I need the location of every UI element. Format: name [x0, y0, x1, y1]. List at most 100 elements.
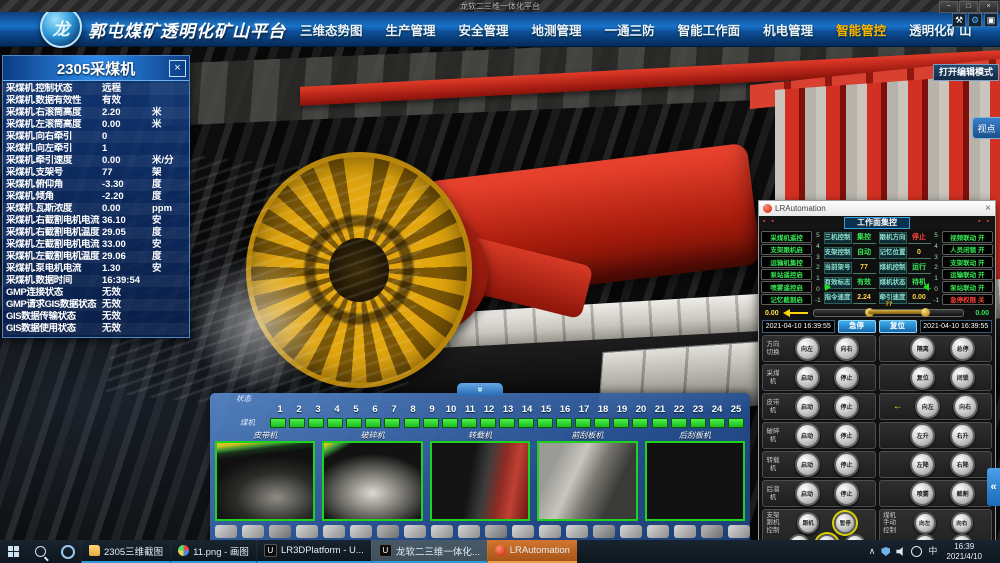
thumbnail-item[interactable] — [539, 525, 561, 538]
nav-menu-item[interactable]: 一通三防 — [605, 20, 655, 39]
device-button[interactable]: 喷雾 — [910, 481, 935, 506]
tools-icon[interactable]: ⚒ — [952, 13, 966, 27]
nav-menu-item[interactable]: 机电管理 — [763, 20, 813, 39]
device-button[interactable]: 向右 — [953, 394, 978, 419]
control-button[interactable]: 运输联动 开 — [942, 269, 993, 281]
device-button[interactable]: 闭锁 — [950, 365, 975, 390]
volume-icon[interactable] — [896, 547, 905, 556]
thumbnail-item[interactable] — [215, 525, 237, 538]
control-button[interactable]: 泵站联动 开 — [942, 281, 993, 293]
device-button[interactable]: 右降 — [950, 452, 975, 477]
device-button[interactable]: 总停 — [950, 336, 975, 361]
thumbnail-item[interactable] — [269, 525, 291, 538]
device-button[interactable]: 向左 — [795, 336, 820, 361]
control-button[interactable]: 人员闭锁 开 — [942, 244, 993, 256]
device-button[interactable]: 启动 — [795, 394, 820, 419]
control-button[interactable]: 喷雾遥控启 — [761, 281, 812, 293]
device-button[interactable]: 复位 — [910, 365, 935, 390]
thumbnail-item[interactable] — [377, 525, 399, 538]
thumbnail-item[interactable] — [404, 525, 426, 538]
tray-expand-icon[interactable]: ∧ — [869, 540, 876, 563]
thumbnail-item[interactable] — [350, 525, 372, 538]
minimize-button[interactable]: − — [939, 1, 958, 13]
cortana-button[interactable] — [54, 540, 81, 563]
shearer-panel-close-icon[interactable]: × — [169, 60, 186, 77]
control-button[interactable]: 运输机集控 — [761, 256, 812, 268]
device-button[interactable]: 向右 — [834, 336, 859, 361]
lrautomation-close-icon[interactable]: × — [985, 203, 991, 214]
device-button[interactable]: 停止 — [834, 394, 859, 419]
emergency-stop-button[interactable]: 急停 — [838, 320, 876, 333]
device-button[interactable]: 启动 — [795, 365, 820, 390]
reset-button[interactable]: 复位 — [879, 320, 917, 333]
open-edit-mode-button[interactable]: 打开编辑模式 — [933, 64, 999, 81]
thumbnail-item[interactable] — [296, 525, 318, 538]
thumbnail-item[interactable] — [242, 525, 264, 538]
maximize-button[interactable]: □ — [959, 1, 978, 13]
group-button[interactable]: 向左 — [914, 512, 936, 534]
taskbar-task[interactable]: LR3DPlatform - U... — [256, 540, 371, 563]
device-button[interactable]: 停止 — [834, 481, 859, 506]
thumbnail-item[interactable] — [323, 525, 345, 538]
clock[interactable]: 16:39 2021/4/10 — [943, 542, 985, 560]
thumbnail-item[interactable] — [701, 525, 723, 538]
control-button[interactable]: 支架联动 开 — [942, 256, 993, 268]
search-button[interactable] — [27, 540, 54, 563]
device-button[interactable]: 启动 — [795, 481, 820, 506]
camera-thumbnail[interactable] — [430, 441, 530, 521]
thumbnail-item[interactable] — [620, 525, 642, 538]
thumbnail-item[interactable] — [512, 525, 534, 538]
group-button[interactable]: 向右 — [951, 512, 973, 534]
thumbnail-item[interactable] — [566, 525, 588, 538]
thumbnail-item[interactable] — [458, 525, 480, 538]
device-button[interactable]: 右升 — [950, 423, 975, 448]
device-button[interactable]: 截割 — [950, 481, 975, 506]
collapse-down-button[interactable]: « — [457, 383, 503, 396]
camera-thumbnail[interactable] — [537, 441, 637, 521]
close-button[interactable]: × — [979, 1, 998, 13]
control-button[interactable]: 记忆截割启 — [761, 294, 812, 306]
nav-menu-item[interactable]: 三维态势图 — [300, 20, 363, 39]
camera-thumbnail[interactable] — [645, 441, 745, 521]
thumbnail-item[interactable] — [431, 525, 453, 538]
device-button[interactable]: 停止 — [834, 423, 859, 448]
device-button[interactable]: 启动 — [795, 423, 820, 448]
device-button[interactable]: 隔离 — [910, 336, 935, 361]
taskbar-task[interactable]: 2305三维截图 — [81, 540, 170, 563]
group-button[interactable]: 跟机 — [797, 512, 819, 534]
control-button[interactable]: 采煤机遥控 — [761, 231, 812, 243]
device-button[interactable]: 左升 — [910, 423, 935, 448]
taskbar-task[interactable]: 龙软二三维一体化... — [371, 540, 487, 563]
taskbar-task[interactable]: LRAutomation — [487, 540, 577, 563]
group-button[interactable]: 暂停 — [834, 512, 856, 534]
device-button[interactable]: 向左 — [915, 394, 940, 419]
camera-thumbnail[interactable] — [322, 441, 422, 521]
position-slider[interactable]: 77 — [813, 309, 964, 317]
control-button[interactable]: 泵站遥控启 — [761, 269, 812, 281]
device-button[interactable]: 停止 — [834, 365, 859, 390]
device-button[interactable]: 左降 — [910, 452, 935, 477]
thumbnail-item[interactable] — [593, 525, 615, 538]
thumbnail-item[interactable] — [728, 525, 750, 538]
thumbnail-item[interactable] — [674, 525, 696, 538]
start-button[interactable] — [0, 540, 27, 563]
device-button[interactable]: 停止 — [834, 452, 859, 477]
nav-menu-item[interactable]: 地测管理 — [532, 20, 582, 39]
control-button[interactable]: 视频联动 开 — [942, 231, 993, 243]
thumbnail-item[interactable] — [647, 525, 669, 538]
collapse-panel-tab[interactable]: « — [987, 468, 1000, 506]
face-control-tab[interactable]: 工作面集控 — [844, 217, 910, 229]
defender-icon[interactable] — [881, 547, 890, 556]
layout-icon[interactable]: ▣ — [984, 13, 998, 27]
taskbar-task[interactable]: 11.png - 画图 — [170, 540, 256, 563]
control-button[interactable]: 支架跟机启 — [761, 244, 812, 256]
nav-menu-item[interactable]: 生产管理 — [386, 20, 436, 39]
camera-thumbnail[interactable] — [215, 441, 315, 521]
network-icon[interactable] — [911, 546, 922, 557]
nav-menu-item[interactable]: 智能管控 — [836, 20, 886, 39]
ime-indicator[interactable]: 中 — [928, 540, 937, 563]
viewpoint-tab[interactable]: 视点 — [972, 117, 1000, 139]
gear-icon[interactable]: ⚙ — [968, 13, 982, 27]
thumbnail-item[interactable] — [485, 525, 507, 538]
control-button[interactable]: 急停权限 关 — [942, 294, 993, 306]
